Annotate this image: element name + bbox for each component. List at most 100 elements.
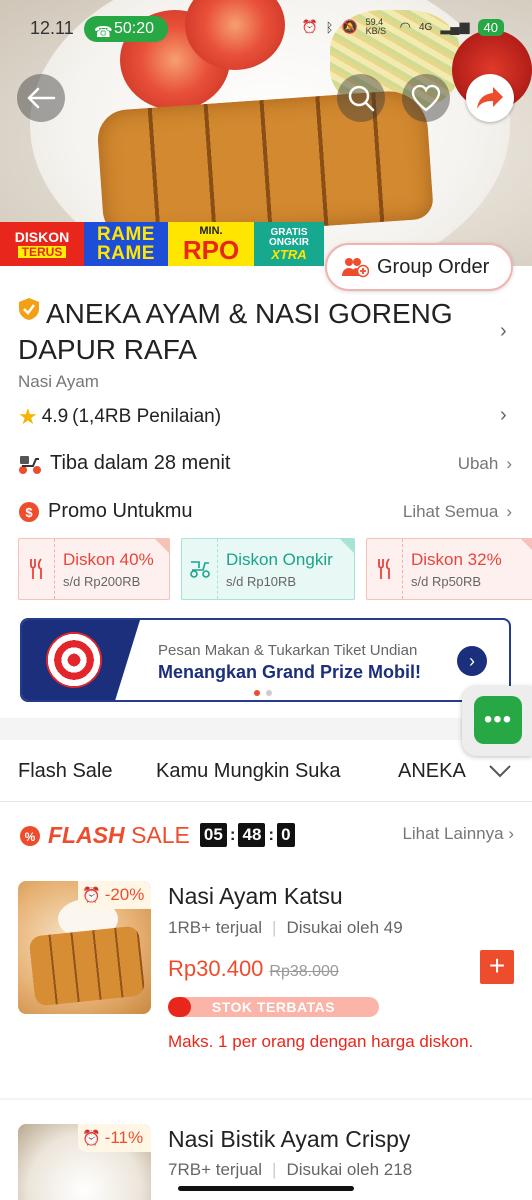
corner-check-icon [340, 539, 354, 553]
see-more-link[interactable]: Lihat Lainnya › [402, 824, 514, 844]
voucher-carousel[interactable]: Diskon 40% s/d Rp200RB Diskon Ongkir s/d… [18, 538, 532, 600]
carousel-dot [266, 690, 272, 696]
change-address-link[interactable]: Ubah › [458, 454, 512, 474]
countdown-timer: 05 : 48 : 0 [199, 823, 295, 847]
alarm-icon: ⏰ [301, 19, 318, 34]
flash-sale-header: % FLASH SALE 05 : 48 : 0 Lihat Lainnya › [18, 818, 514, 852]
chevron-down-icon[interactable] [488, 764, 512, 778]
discount-icon: ⏰ [82, 1130, 101, 1147]
badge-text: RPO [182, 234, 240, 265]
see-all-label: Lihat Semua [402, 502, 499, 521]
share-button[interactable] [466, 74, 514, 122]
like-count: Disukai oleh 218 [286, 1160, 413, 1179]
tab-aneka[interactable]: ANEKA [398, 760, 466, 783]
delivery-row: Tiba dalam 28 menit [18, 452, 230, 475]
chevron-right-icon: › [506, 502, 512, 521]
carousel-dots [254, 690, 272, 696]
see-all-promos-link[interactable]: Lihat Semua › [403, 502, 512, 522]
tab-kamu-mungkin-suka[interactable]: Kamu Mungkin Suka [156, 760, 341, 783]
flash-sale-logo-sale: SALE [131, 821, 190, 848]
promo-badge-icon: $ [19, 501, 39, 522]
favorite-button[interactable] [402, 74, 450, 122]
food-shop-screen: 12.11 ☎ 50:20 ⏰ ᛒ 🔕 59.4 KB/S ◠ 4G ▂▄▆ 4… [0, 0, 532, 1200]
purchase-limit-note: Maks. 1 per orang dengan harga diskon. [168, 1032, 474, 1051]
badge-text: ONGKIR [269, 236, 309, 248]
svg-text:%: % [25, 830, 36, 844]
see-more-label: Lihat Lainnya [402, 824, 504, 843]
corner-check-icon [521, 539, 532, 553]
promo-row: $ Promo Untukmu [18, 500, 193, 523]
battery-level: 40 [477, 18, 504, 36]
voucher-subtitle: s/d Rp10RB [226, 573, 297, 589]
voucher-card[interactable]: Diskon 32% s/d Rp50RB [366, 538, 532, 600]
network-type: 4G [418, 21, 433, 33]
add-to-cart-button[interactable]: + [480, 950, 514, 984]
hero-image: 12.11 ☎ 50:20 ⏰ ᛒ 🔕 59.4 KB/S ◠ 4G ▂▄▆ 4… [0, 0, 532, 266]
delivery-scooter-icon [19, 455, 41, 474]
group-add-icon [342, 258, 369, 278]
badge-text: GRATIS [270, 226, 308, 238]
badge-min-rpo: MIN. RPO [168, 222, 254, 266]
voucher-subtitle: s/d Rp200RB [63, 573, 141, 589]
price-row: Rp30.400 Rp38.000 [168, 956, 339, 982]
network-speed: 59.4 KB/S [365, 17, 387, 36]
fork-knife-icon [367, 539, 403, 599]
svg-text:$: $ [25, 505, 33, 520]
discount-badge: ⏰ -11% [78, 1124, 151, 1152]
chevron-right-icon: › [500, 320, 507, 342]
rating-row[interactable]: ★ 4.9 (1,4RB Penilaian) [18, 404, 221, 430]
shop-name: ANEKA AYAM & NASI GORENG DAPUR RAFA [18, 298, 453, 365]
discount-badge: ⏰ -20% [78, 881, 151, 909]
ongoing-call-pill[interactable]: ☎ 50:20 [84, 16, 168, 42]
badge-text: XTRA [271, 246, 307, 262]
like-count: Disukai oleh 49 [286, 918, 403, 937]
promo-label: Promo Untukmu [48, 500, 193, 522]
original-price: Rp38.000 [269, 963, 339, 980]
wifi-icon: ◠ [399, 19, 411, 34]
product-name: Nasi Bistik Ayam Crispy [168, 1126, 411, 1152]
menu-tabs: Flash Sale Kamu Mungkin Suka ANEKA [0, 740, 532, 802]
delivery-eta: Tiba dalam 28 menit [50, 452, 231, 474]
status-bar: 12.11 ☎ 50:20 ⏰ ᛒ 🔕 59.4 KB/S ◠ 4G ▂▄▆ 4… [0, 0, 532, 58]
signal-icon: ▂▄▆ [440, 19, 470, 34]
timer-seconds: 0 [277, 823, 295, 847]
search-button[interactable] [337, 74, 385, 122]
badge-text: RAME [97, 243, 155, 264]
shop-title-row[interactable]: ANEKA AYAM & NASI GORENG DAPUR RAFA [18, 296, 488, 368]
voucher-card[interactable]: Diskon Ongkir s/d Rp10RB [181, 538, 355, 600]
voucher-title: Diskon Ongkir [226, 549, 333, 569]
katsu-image [95, 88, 435, 242]
bluetooth-icon: ᛒ [325, 19, 334, 35]
stock-label: STOK TERBATAS [211, 999, 336, 1015]
target-icon [46, 632, 102, 688]
tab-flash-sale[interactable]: Flash Sale [18, 760, 113, 783]
discount-icon: ⏰ [82, 887, 101, 904]
back-button[interactable] [17, 74, 65, 122]
voucher-card[interactable]: Diskon 40% s/d Rp200RB [18, 538, 170, 600]
item-divider [0, 1098, 532, 1100]
phone-icon: ☎ [94, 24, 113, 41]
timer-hours: 05 [199, 823, 227, 847]
group-order-button[interactable]: Group Order [325, 243, 513, 291]
badge-diskon-terus: DISKON TERUS [0, 222, 84, 266]
badge-rame-rame: RAME RAME [84, 222, 168, 266]
mute-icon: 🔕 [341, 19, 358, 34]
chevron-right-icon: › [500, 404, 507, 426]
badge-text: TERUS [17, 246, 67, 258]
status-icons: ⏰ ᛒ 🔕 59.4 KB/S ◠ 4G ▂▄▆ 40 [301, 18, 504, 36]
badge-gratis-ongkir: GRATIS ONGKIR XTRA [254, 222, 324, 266]
voucher-title: Diskon 40% [63, 549, 154, 569]
gesture-nav-bar[interactable] [178, 1186, 354, 1191]
verified-shield-icon [19, 298, 39, 320]
product-meta: 1RB+ terjual | Disukai oleh 49 [168, 918, 403, 937]
price: Rp30.400 [168, 956, 264, 981]
heart-icon [411, 84, 441, 112]
rating-value: 4.9 [41, 406, 69, 427]
change-label: Ubah [457, 454, 499, 473]
flash-sale-logo: FLASH SALE [48, 822, 190, 849]
fork-knife-icon [19, 539, 55, 599]
badge-text: DISKON [14, 229, 70, 245]
banner-text-top: Pesan Makan & Tukarkan Tiket Undian [158, 642, 418, 659]
katsu-shape [28, 925, 146, 1007]
product-name: Nasi Ayam Katsu [168, 883, 343, 909]
